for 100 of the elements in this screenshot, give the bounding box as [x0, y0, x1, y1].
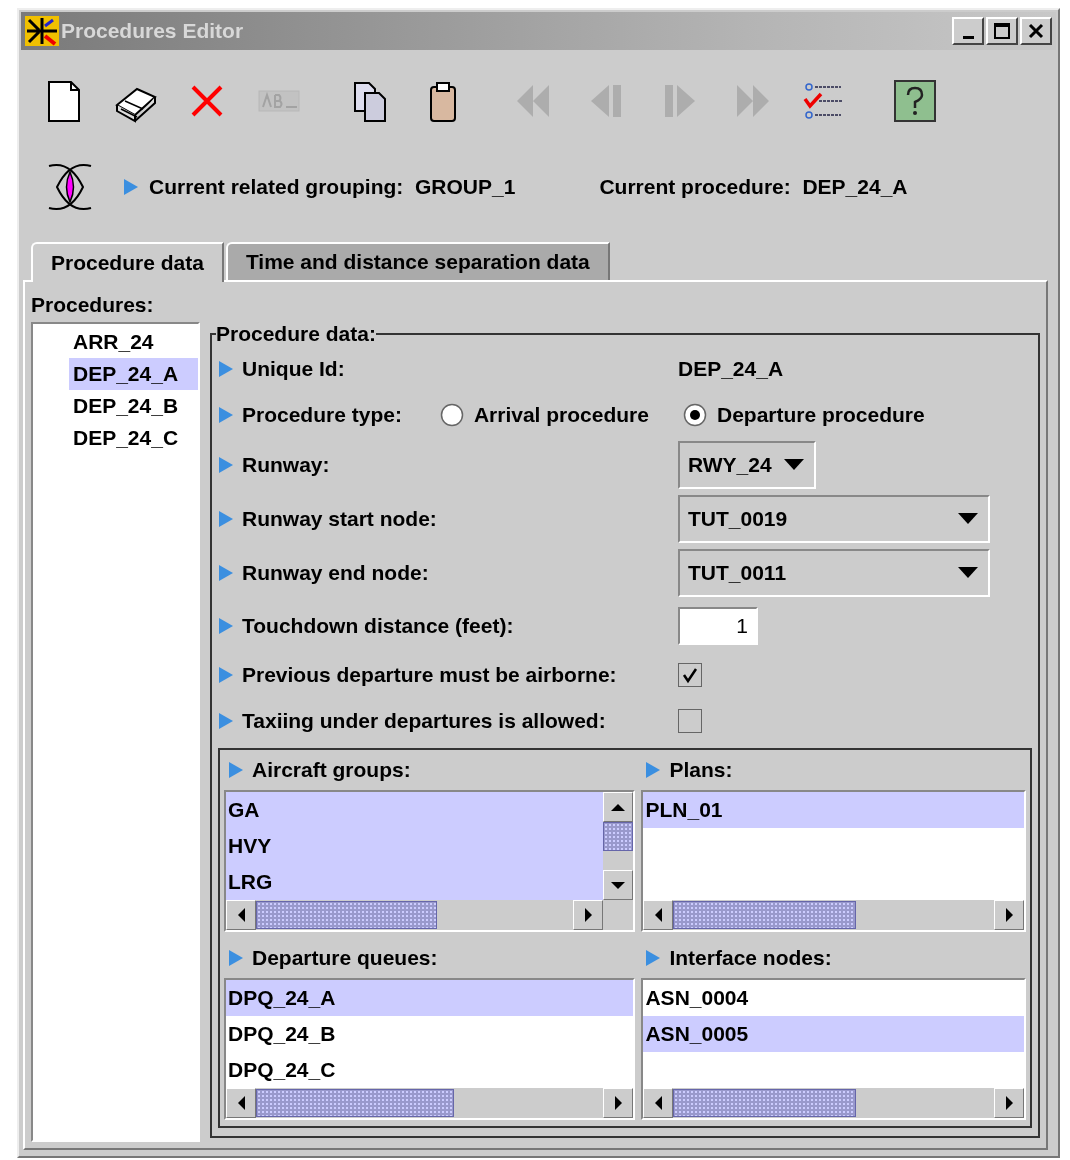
scroll-thumb[interactable] [256, 1089, 455, 1117]
list-title: Interface nodes: [669, 946, 832, 970]
caret-icon [958, 567, 978, 579]
bullet-arrow-icon [123, 178, 139, 196]
bullet-arrow-icon [218, 712, 234, 730]
horizontal-scrollbar[interactable] [643, 1088, 1024, 1118]
arrow-icon [654, 908, 662, 922]
dropdown[interactable]: TUT_0011 [678, 549, 990, 597]
scroll-thumb[interactable] [673, 1089, 857, 1117]
scroll-thumb[interactable] [256, 901, 437, 929]
caret-icon [783, 459, 804, 471]
scroll-right-button[interactable] [994, 900, 1024, 930]
scroll-up-button[interactable] [603, 792, 634, 822]
field-label: Previous departure must be airborne: [242, 663, 617, 687]
bullet-arrow-icon [218, 360, 234, 378]
list-item[interactable]: LRG [226, 864, 604, 900]
list-item[interactable]: PLN_01 [643, 792, 1024, 828]
list-item[interactable]: DPQ_24_A [226, 980, 634, 1016]
scroll-right-button[interactable] [573, 900, 604, 930]
radio-button[interactable]: Departure procedure [682, 403, 925, 427]
horizontal-scrollbar[interactable] [643, 900, 1024, 930]
window-title: Procedures Editor [61, 19, 245, 43]
scroll-thumb[interactable] [603, 822, 634, 851]
procedure-list[interactable]: ARR_24 DEP_24_A DEP_24_B DEP_24_C [31, 322, 200, 1142]
list-box[interactable]: PLN_01 [641, 790, 1026, 932]
list-title: Plans: [669, 758, 733, 782]
list-item[interactable]: ARR_24 [69, 326, 198, 358]
scroll-left-button[interactable] [226, 900, 256, 930]
radio-button[interactable]: Arrival procedure [439, 403, 649, 427]
maximize-button[interactable] [986, 17, 1018, 45]
close-button[interactable] [1020, 17, 1052, 45]
bullet-arrow-icon [645, 949, 662, 967]
dropdown[interactable]: RWY_24 [678, 441, 816, 489]
list-item[interactable]: DPQ_24_C [226, 1052, 634, 1088]
field-label: Runway start node: [242, 507, 437, 531]
grouping-label: Current related grouping: [149, 175, 405, 199]
app-icon [25, 16, 59, 46]
group-title: Procedure data: [216, 322, 376, 346]
bullet-arrow-icon [218, 406, 234, 424]
list-item[interactable]: HVY [226, 828, 604, 864]
procedure-value: DEP_24_A [802, 175, 908, 199]
list-item[interactable]: DEP_24_C [69, 422, 198, 454]
field-label: Runway end node: [242, 561, 429, 585]
field-label: Unique Id: [242, 357, 345, 381]
arrow-icon [237, 1096, 245, 1110]
arrow-icon [1005, 908, 1013, 922]
list-item[interactable]: DPQ_24_B [226, 1016, 634, 1052]
scroll-right-button[interactable] [994, 1088, 1024, 1118]
checkbox[interactable] [678, 709, 702, 733]
field-label: Taxiing under departures is allowed: [242, 709, 606, 733]
number-field[interactable]: 1 [678, 607, 758, 645]
list-title: Aircraft groups: [252, 758, 411, 782]
bullet-arrow-icon [218, 564, 234, 582]
checkbox[interactable] [678, 663, 702, 687]
list-item[interactable]: DEP_24_A [69, 358, 198, 390]
scroll-left-button[interactable] [643, 1088, 674, 1118]
dropdown[interactable]: TUT_0019 [678, 495, 990, 543]
scroll-down-button[interactable] [603, 870, 634, 900]
tab[interactable]: Procedure data [31, 242, 224, 282]
list-item[interactable]: GA [226, 792, 604, 828]
scroll-thumb[interactable] [673, 901, 857, 929]
arrow-icon [237, 908, 245, 922]
horizontal-scrollbar[interactable] [226, 1088, 634, 1118]
list-item[interactable]: DEP_24_B [69, 390, 198, 422]
bullet-arrow-icon [228, 761, 244, 779]
horizontal-scrollbar[interactable] [226, 900, 604, 930]
minimize-button[interactable] [952, 17, 984, 45]
bullet-arrow-icon [218, 456, 234, 474]
arrow-icon [611, 803, 626, 811]
bullet-arrow-icon [218, 617, 234, 635]
arrow-icon [614, 1096, 622, 1110]
tab[interactable]: Time and distance separation data [225, 242, 610, 280]
arrow-icon [611, 881, 626, 889]
procedures-label: Procedures: [31, 293, 154, 317]
list-box[interactable]: ASN_0004 ASN_0005 [641, 978, 1026, 1120]
scroll-left-button[interactable] [643, 900, 674, 930]
minimize-icon [962, 35, 974, 39]
scrollbar-corner [603, 900, 634, 930]
bullet-arrow-icon [228, 949, 244, 967]
scroll-left-button[interactable] [226, 1088, 256, 1118]
field-value: DEP_24_A [678, 357, 784, 381]
list-box[interactable]: DPQ_24_A DPQ_24_B DPQ_24_C [224, 978, 636, 1120]
scroll-right-button[interactable] [603, 1088, 634, 1118]
grouping-value: GROUP_1 [415, 175, 516, 199]
list-title: Departure queues: [252, 946, 438, 970]
list-item[interactable]: ASN_0004 [643, 980, 1024, 1016]
field-label: Runway: [242, 453, 330, 477]
close-icon [1027, 22, 1045, 40]
field-label: Touchdown distance (feet): [242, 614, 514, 638]
bullet-arrow-icon [218, 510, 234, 528]
field-label: Procedure type: [242, 403, 402, 427]
list-box[interactable]: GA HVY LRG [224, 790, 636, 932]
procedure-label: Current procedure: [599, 175, 792, 199]
bullet-arrow-icon [218, 666, 234, 684]
arrow-icon [1005, 1096, 1013, 1110]
list-item[interactable]: ASN_0005 [643, 1016, 1024, 1052]
caret-icon [958, 513, 978, 525]
help-icon[interactable] [893, 79, 937, 123]
bullet-arrow-icon [645, 761, 662, 779]
vertical-scrollbar[interactable] [603, 792, 634, 900]
